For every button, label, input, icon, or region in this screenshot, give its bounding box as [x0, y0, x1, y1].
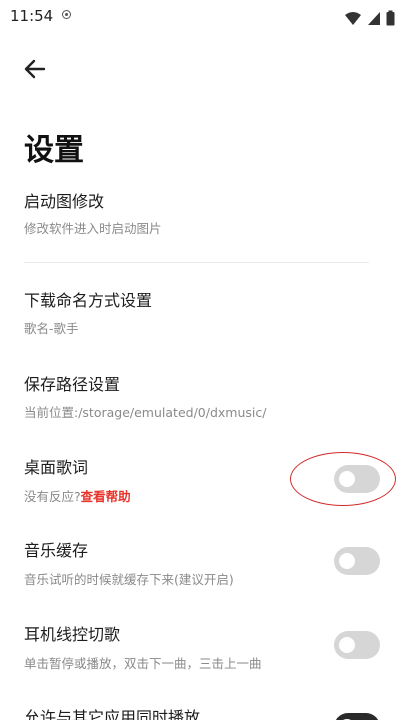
setting-headset-control[interactable]: 耳机线控切歌 单击暂停或播放，双击下一曲，三击上一曲: [0, 614, 405, 684]
setting-subtitle: 歌名-歌手: [24, 321, 79, 336]
setting-splash-image[interactable]: 启动图修改 修改软件进入时启动图片: [0, 180, 405, 250]
music-cache-toggle[interactable]: [334, 547, 380, 575]
setting-subtitle: 单击暂停或播放，双击下一曲，三击上一曲: [24, 656, 262, 671]
wifi-icon: [344, 11, 361, 25]
setting-title: 桌面歌词: [24, 458, 89, 477]
status-icons: [344, 7, 395, 25]
arrow-left-icon: [24, 59, 46, 79]
setting-subtitle: 当前位置:/storage/emulated/0/dxmusic/: [24, 405, 267, 420]
back-button[interactable]: [20, 54, 50, 84]
setting-title: 音乐缓存: [24, 541, 89, 560]
notification-dot-icon: [62, 10, 71, 19]
page-title: 设置: [24, 133, 84, 168]
toggle-knob: [339, 553, 355, 569]
help-link[interactable]: 查看帮助: [81, 489, 131, 504]
setting-save-path[interactable]: 保存路径设置 当前位置:/storage/emulated/0/dxmusic/: [0, 364, 405, 434]
setting-download-naming[interactable]: 下载命名方式设置 歌名-歌手: [0, 280, 405, 350]
toggle-knob: [339, 471, 355, 487]
setting-title: 允许与其它应用同时播放: [24, 708, 201, 720]
setting-subtitle: 没有反应?: [24, 489, 81, 504]
desktop-lyrics-toggle[interactable]: [334, 465, 380, 493]
setting-title: 保存路径设置: [24, 375, 121, 394]
battery-icon: [386, 10, 395, 25]
status-time: 11:54: [10, 7, 54, 25]
setting-subtitle: 修改软件进入时启动图片: [24, 221, 162, 236]
toggle-knob: [339, 637, 355, 653]
setting-desktop-lyrics[interactable]: 桌面歌词 没有反应?查看帮助: [0, 446, 405, 516]
headset-control-toggle[interactable]: [334, 631, 380, 659]
status-bar: 11:54: [0, 0, 405, 32]
cell-signal-icon: [367, 11, 380, 25]
setting-music-cache[interactable]: 音乐缓存 音乐试听的时候就缓存下来(建议开启): [0, 530, 405, 600]
mix-playback-toggle[interactable]: [334, 713, 380, 720]
setting-title: 启动图修改: [24, 192, 105, 211]
setting-title: 下载命名方式设置: [24, 291, 153, 310]
setting-mix-playback[interactable]: 允许与其它应用同时播放: [0, 696, 405, 720]
setting-subtitle-row: 没有反应?查看帮助: [24, 486, 131, 505]
divider: [24, 262, 369, 263]
setting-title: 耳机线控切歌: [24, 625, 121, 644]
setting-subtitle: 音乐试听的时候就缓存下来(建议开启): [24, 572, 234, 587]
